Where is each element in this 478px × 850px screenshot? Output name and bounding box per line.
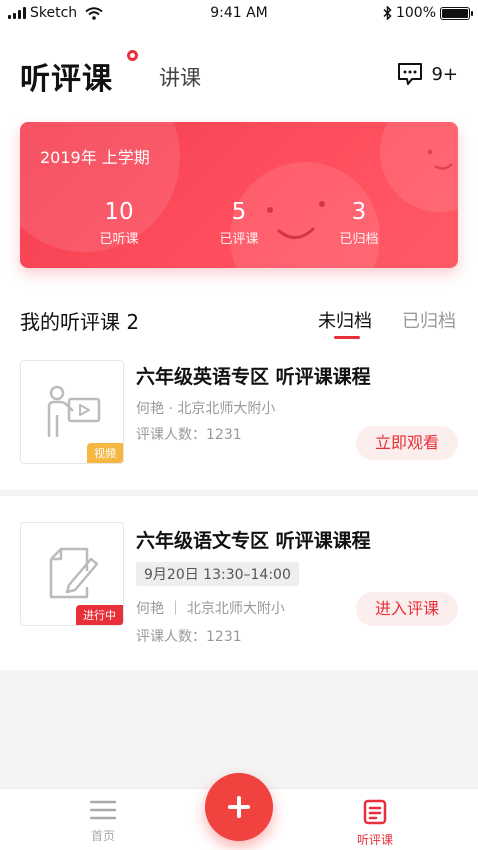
stat-label: 已听课 [99,232,139,247]
course-thumbnail[interactable]: 视频 [20,360,124,464]
course-icon [363,799,387,825]
course-title[interactable]: 六年级语文专区 听评课课程 [136,526,371,553]
tab-unarchived[interactable]: 未归档 [318,307,372,333]
battery-icon [440,6,473,20]
tab-course-label: 听评课 [356,833,393,847]
status-bar: Sketch 9:41 AM 100% [0,0,478,26]
menu-icon [90,800,116,820]
message-icon [398,63,423,85]
stat-value: 5 [231,199,247,225]
lecture-icon [47,385,101,437]
tab-course[interactable]: 听评课 [335,799,415,848]
reviewer-count: 评课人数：1231 [136,427,242,443]
teacher-school: 何艳 · 北京北师大附小 [136,401,276,417]
bluetooth-icon [383,6,392,20]
stat-label: 已评课 [219,232,259,247]
message-button[interactable]: 9+ [397,62,458,86]
stat-listened: 10 已听课 [74,200,164,247]
edit-doc-icon [49,547,99,599]
message-count: 9+ [431,63,458,85]
page-title[interactable]: 听评课 [20,54,113,98]
tab-lecture[interactable]: 讲课 [159,62,201,92]
list-item[interactable]: 进行中 六年级语文专区 听评课课程 9月20日 13:30–14:00 何艳 ｜… [0,496,478,670]
stat-label: 已归档 [339,232,379,247]
stat-archived: 3 已归档 [314,200,404,247]
add-button[interactable] [205,773,273,841]
session-time: 9月20日 13:30–14:00 [136,562,299,586]
watch-now-button[interactable]: 立即观看 [356,426,458,460]
tab-home-label: 首页 [90,829,115,843]
term-summary-card[interactable]: 2019年 上学期 10 已听课 5 已评课 3 已归档 [20,122,458,268]
enter-review-button[interactable]: 进入评课 [356,592,458,626]
live-tag: 进行中 [76,605,123,625]
reviewer-count: 评课人数：1231 [136,629,242,645]
teacher-school: 何艳 ｜ 北京北师大附小 [136,601,285,617]
tab-home[interactable]: 首页 [63,799,143,844]
notification-dot [127,50,138,61]
course-thumbnail[interactable]: 进行中 [20,522,124,626]
active-tab-indicator [334,336,360,339]
section-title: 我的听评课 2 [20,310,140,334]
video-tag: 视频 [87,443,123,463]
term-label: 2019年 上学期 [40,148,150,167]
course-title[interactable]: 六年级英语专区 听评课课程 [136,362,371,389]
battery-percent: 100% [395,5,436,21]
list-item[interactable]: 视频 六年级英语专区 听评课课程 何艳 · 北京北师大附小 评课人数：1231 … [0,346,478,478]
stat-reviewed: 5 已评课 [194,200,284,247]
stat-value: 3 [351,199,367,225]
stat-value: 10 [104,199,134,225]
tab-archived[interactable]: 已归档 [402,307,456,333]
